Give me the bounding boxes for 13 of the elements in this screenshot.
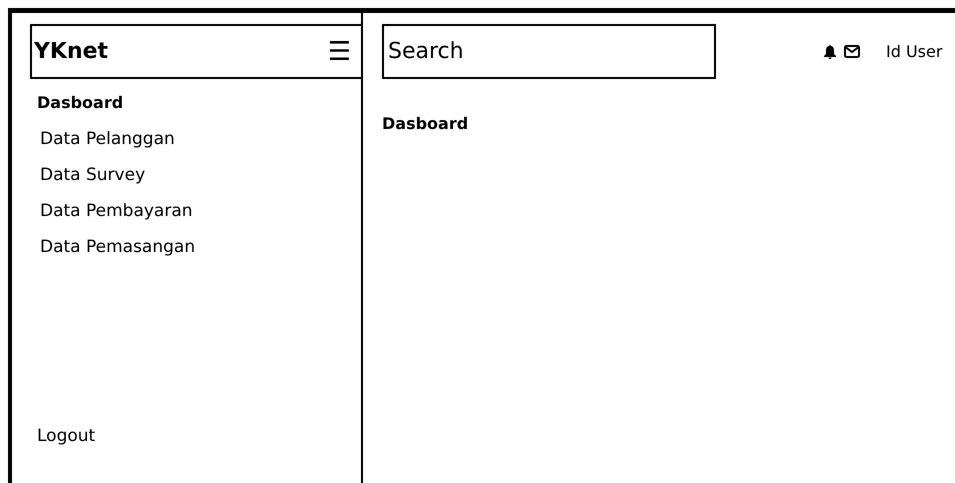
- sidebar-item[interactable]: Data Pembayaran: [40, 199, 193, 235]
- sidebar-item[interactable]: Data Pelanggan: [40, 127, 175, 163]
- mail-icon[interactable]: [844, 45, 860, 58]
- menu-button[interactable]: ☰: [328, 38, 351, 64]
- brand-title: YKnet: [34, 38, 108, 66]
- logout-link[interactable]: Logout: [37, 424, 361, 449]
- bell-icon[interactable]: [824, 44, 836, 58]
- sidebar-item[interactable]: Data Survey: [40, 163, 146, 199]
- sidebar-item[interactable]: Dasboard: [37, 91, 124, 127]
- page-title: Dasboard: [382, 113, 470, 135]
- sidebar-item[interactable]: Data Pemasangan: [40, 235, 196, 271]
- search-field[interactable]: Search: [382, 24, 716, 79]
- user-id-label[interactable]: Id User: [886, 40, 942, 64]
